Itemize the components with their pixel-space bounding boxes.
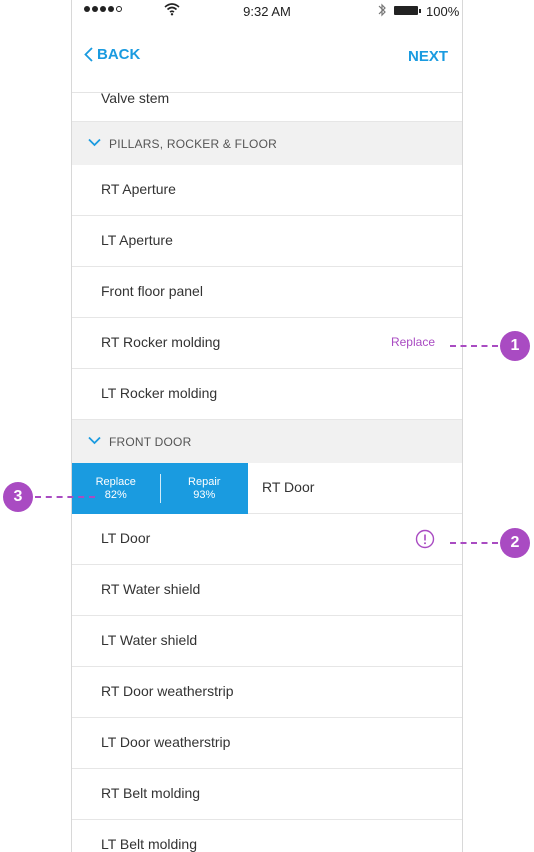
action-value: 82% bbox=[104, 488, 127, 501]
repair-action-button[interactable]: Repair 93% bbox=[161, 463, 249, 514]
replace-action-button[interactable]: Replace 82% bbox=[72, 463, 160, 514]
item-label: RT Aperture bbox=[101, 181, 176, 197]
replace-status: Replace bbox=[390, 335, 435, 349]
status-bar: 9:32 AM 100% bbox=[72, 0, 462, 22]
list-item[interactable]: LT Aperture bbox=[72, 216, 462, 267]
list-item[interactable]: LT Rocker molding bbox=[72, 369, 462, 420]
list-item-swiped[interactable]: Replace 82% Repair 93% RT Door bbox=[72, 463, 462, 514]
back-button[interactable]: BACK bbox=[84, 46, 140, 63]
back-label: BACK bbox=[97, 46, 141, 63]
action-label: Repair bbox=[188, 475, 221, 488]
chevron-down-icon bbox=[88, 436, 101, 445]
list-item[interactable]: LT Door weatherstrip bbox=[72, 718, 462, 769]
alert-icon[interactable] bbox=[415, 529, 435, 549]
item-label: LT Door bbox=[101, 530, 151, 546]
battery-percent: 100% bbox=[426, 4, 460, 19]
callout-badge-3: 3 bbox=[3, 482, 33, 512]
item-label: RT Door bbox=[262, 479, 315, 495]
list-item[interactable]: RT Door weatherstrip bbox=[72, 667, 462, 718]
list-item[interactable]: RT Belt molding bbox=[72, 769, 462, 820]
action-label: Replace bbox=[95, 475, 136, 488]
section-header-front-door[interactable]: FRONT DOOR bbox=[72, 420, 462, 463]
parts-list: Valve stem PILLARS, ROCKER & FLOOR RT Ap… bbox=[72, 90, 462, 852]
list-item[interactable]: Valve stem bbox=[72, 90, 462, 122]
callout-badge-1: 1 bbox=[500, 331, 530, 361]
item-label: LT Belt molding bbox=[101, 836, 197, 852]
battery-icon bbox=[394, 6, 421, 15]
chevron-left-icon bbox=[84, 47, 93, 62]
item-label: LT Door weatherstrip bbox=[101, 734, 231, 750]
item-label: RT Door weatherstrip bbox=[101, 683, 234, 699]
action-value: 93% bbox=[193, 488, 216, 501]
phone-screen: 9:32 AM 100% BACK NEXT Valve stem PILLAR… bbox=[71, 0, 463, 852]
section-header-pillars[interactable]: PILLARS, ROCKER & FLOOR bbox=[72, 122, 462, 165]
bluetooth-icon bbox=[378, 3, 386, 17]
item-label: RT Rocker molding bbox=[101, 334, 221, 350]
nav-bar: BACK NEXT bbox=[72, 22, 462, 93]
list-item[interactable]: RT Water shield bbox=[72, 565, 462, 616]
callout-badge-2: 2 bbox=[500, 528, 530, 558]
next-button[interactable]: NEXT bbox=[408, 48, 448, 65]
item-label: RT Belt molding bbox=[101, 785, 201, 801]
item-label: RT Water shield bbox=[101, 581, 201, 597]
section-title: PILLARS, ROCKER & FLOOR bbox=[109, 137, 277, 151]
item-label: LT Rocker molding bbox=[101, 385, 218, 401]
callout-leader-1 bbox=[450, 345, 498, 347]
item-label: LT Water shield bbox=[101, 632, 198, 648]
item-label: Front floor panel bbox=[101, 283, 203, 299]
section-title: FRONT DOOR bbox=[109, 435, 192, 449]
swipe-actions: Replace 82% Repair 93% bbox=[72, 463, 248, 514]
list-item[interactable]: LT Belt molding bbox=[72, 820, 462, 852]
divider bbox=[159, 474, 161, 503]
list-item[interactable]: RT Aperture bbox=[72, 165, 462, 216]
callout-leader-3 bbox=[35, 496, 95, 498]
list-item[interactable]: Front floor panel bbox=[72, 267, 462, 318]
list-item[interactable]: LT Door bbox=[72, 514, 462, 565]
item-label: LT Aperture bbox=[101, 232, 173, 248]
list-item[interactable]: RT Rocker molding Replace bbox=[72, 318, 462, 369]
list-item[interactable]: LT Water shield bbox=[72, 616, 462, 667]
callout-leader-2 bbox=[450, 542, 498, 544]
chevron-down-icon bbox=[88, 138, 101, 147]
item-label: Valve stem bbox=[101, 90, 170, 106]
